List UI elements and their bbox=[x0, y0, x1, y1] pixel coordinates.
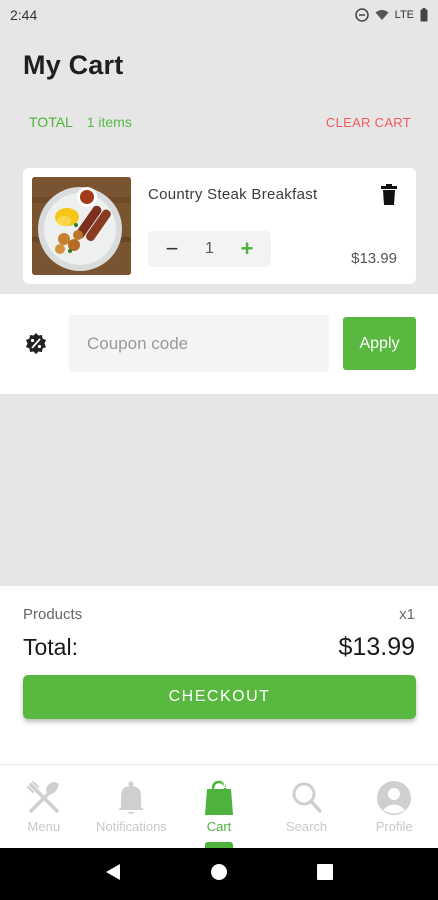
nav-label-profile: Profile bbox=[375, 819, 413, 834]
utensils-icon bbox=[26, 781, 59, 813]
trash-icon[interactable] bbox=[380, 184, 398, 206]
bell-icon bbox=[118, 781, 145, 814]
products-count: x1 bbox=[399, 606, 415, 623]
cart-item-card: Country Steak Breakfast − 1 + $13.99 bbox=[23, 168, 416, 284]
nav-item-profile[interactable]: Profile bbox=[350, 765, 438, 848]
page-title: My Cart bbox=[23, 50, 124, 80]
search-icon bbox=[292, 782, 322, 813]
battery-icon bbox=[420, 8, 428, 22]
products-label: Products bbox=[23, 606, 83, 623]
nav-label-notifications: Notifications bbox=[95, 819, 167, 834]
summary-total-amount: $13.99 bbox=[338, 633, 415, 661]
cart-total-row: TOTAL 1 items CLEAR CART bbox=[29, 114, 411, 130]
summary-total-label: Total: bbox=[23, 634, 78, 660]
status-icons: LTE bbox=[354, 8, 428, 22]
wifi-icon bbox=[375, 10, 389, 20]
coupon-code-input[interactable] bbox=[69, 315, 329, 372]
item-count: 1 items bbox=[86, 114, 132, 130]
nav-label-search: Search bbox=[285, 819, 328, 834]
quantity-value: 1 bbox=[205, 240, 214, 257]
cart-badge: 1 bbox=[220, 779, 228, 791]
cart-total-info: TOTAL 1 items bbox=[29, 114, 132, 130]
nav-label-cart: Cart bbox=[206, 819, 232, 834]
quantity-stepper: − 1 + bbox=[148, 231, 271, 267]
network-label: LTE bbox=[394, 9, 414, 21]
food-image bbox=[32, 177, 131, 275]
nav-item-notifications[interactable]: Notifications bbox=[88, 765, 176, 848]
order-summary: Products x1 Total: $13.99 CHECKOUT bbox=[0, 586, 438, 764]
nav-item-menu[interactable]: Menu bbox=[0, 765, 88, 848]
item-price: $13.99 bbox=[351, 250, 397, 267]
nav-label-menu: Menu bbox=[27, 819, 61, 834]
products-row: Products x1 bbox=[23, 606, 415, 623]
coupon-section: Apply bbox=[0, 294, 438, 394]
quantity-increase-button[interactable]: + bbox=[237, 236, 257, 262]
status-time: 2:44 bbox=[10, 7, 38, 23]
status-bar: 2:44 LTE bbox=[0, 0, 438, 30]
system-navigation-bar bbox=[0, 848, 438, 900]
quantity-decrease-button[interactable]: − bbox=[162, 236, 182, 262]
total-amount-row: Total: $13.99 bbox=[23, 633, 415, 662]
do-not-disturb-icon bbox=[354, 8, 369, 22]
total-label: TOTAL bbox=[29, 114, 73, 130]
nav-item-cart[interactable]: 1 Cart bbox=[175, 765, 263, 848]
recents-icon[interactable] bbox=[317, 863, 333, 885]
shopping-bag-icon bbox=[204, 780, 233, 815]
clear-cart-button[interactable]: CLEAR CART bbox=[326, 115, 411, 130]
user-circle-icon bbox=[377, 781, 412, 815]
nav-item-search[interactable]: Search bbox=[263, 765, 351, 848]
back-icon[interactable] bbox=[105, 863, 121, 886]
discount-badge-icon bbox=[26, 333, 46, 354]
item-name: Country Steak Breakfast bbox=[148, 186, 318, 203]
food-plate-illustration bbox=[32, 177, 131, 275]
home-icon[interactable] bbox=[211, 863, 227, 885]
apply-coupon-button[interactable]: Apply bbox=[343, 317, 416, 370]
bottom-navigation: Menu Notifications 1 Cart Search Profile bbox=[0, 764, 438, 848]
checkout-button[interactable]: CHECKOUT bbox=[23, 675, 416, 719]
